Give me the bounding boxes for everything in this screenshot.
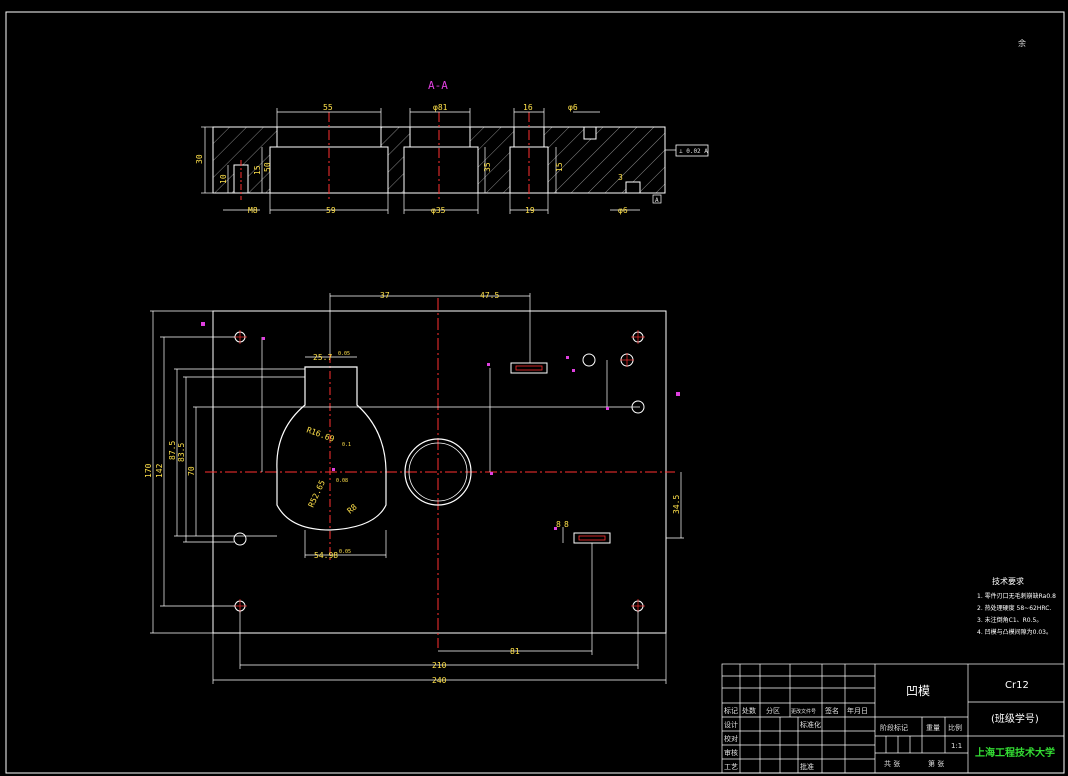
technical-notes: 技术要求 1. 零件刃口无毛刺崩缺Ra0.8 2. 热处理硬度 58~62HRC…: [977, 576, 1056, 636]
section-label: A-A: [428, 79, 448, 92]
dim-r16: R16.69: [305, 425, 335, 443]
material: Cr12: [1005, 680, 1029, 691]
dim-15: 15: [253, 165, 262, 175]
tb-approve: 批准: [800, 762, 814, 771]
section-view: 55 φ81 16 φ6 59 φ35 19 M8 φ6 30 10 15 50…: [195, 103, 709, 215]
dim-16: 16: [523, 103, 533, 112]
part-name: 凹模: [906, 684, 930, 698]
note-3: 3. 未注倒角C1、R0.5。: [977, 616, 1042, 624]
dim-25-7: 25.7: [313, 353, 332, 362]
dim-6b: φ6: [618, 206, 628, 215]
dim-54-98: 54.98: [314, 551, 338, 560]
dim-70: 70: [187, 466, 196, 476]
school-name: 上海工程技术大学: [975, 746, 1055, 759]
dim-m8: M8: [248, 206, 258, 215]
dim-19: 19: [525, 206, 535, 215]
dim-81: φ81: [433, 103, 448, 112]
dim-47-5: 47.5: [480, 291, 499, 300]
dim-8b: 8: [564, 520, 569, 529]
tb-date: 年月日: [847, 706, 868, 715]
dim-34-5: 34.5: [672, 495, 681, 514]
tb-ratio: 比例: [948, 723, 962, 732]
dim-35: φ35: [431, 206, 446, 215]
tb-sheet: 第 张: [928, 759, 944, 768]
dim-35v: 35: [483, 162, 492, 172]
notes-title: 技术要求: [992, 576, 1024, 586]
dim-59: 59: [326, 206, 336, 215]
dim-10: 10: [219, 174, 228, 184]
tb-stage: 阶段标记: [880, 723, 908, 732]
dim-81b: 81: [510, 647, 520, 656]
dim-142: 142: [155, 463, 164, 478]
datum-a: A: [655, 197, 659, 204]
dim-170: 170: [144, 463, 153, 478]
note-1: 1. 零件刃口无毛刺崩缺Ra0.8: [977, 592, 1056, 600]
dim-3: 3: [618, 173, 623, 182]
dim-50: 50: [263, 162, 272, 172]
dim-r52: R52.65: [307, 479, 327, 509]
tb-check: 校对: [724, 734, 738, 743]
dim-25-tol: 0.05: [338, 351, 350, 357]
note-2: 2. 热处理硬度 58~62HRC.: [977, 604, 1051, 612]
tb-mark: 标记: [724, 706, 738, 715]
dim-83-5: 83.5: [177, 443, 186, 462]
dim-54-tol: 0.05: [339, 549, 351, 555]
tb-count: 处数: [742, 706, 756, 715]
drawing-frame: [5, 11, 1065, 774]
dim-r52-tol: 0.08: [336, 478, 348, 484]
note-4: 4. 凹模与凸模间隙为0.03。: [977, 628, 1052, 636]
dim-r8: R8: [346, 502, 359, 515]
tb-review: 审核: [724, 748, 738, 757]
tb-change: 更改文件号: [791, 708, 816, 715]
dim-6: φ6: [568, 103, 578, 112]
corner-mark: 余: [1018, 38, 1026, 48]
tb-design: 设计: [724, 720, 738, 729]
tb-process: 工艺: [724, 763, 738, 771]
dim-210: 210: [432, 661, 447, 670]
flatness-frame: ⊥ 0.02 A: [679, 148, 708, 155]
plan-view: 37 47.5 25.7 0.05 R16.69 0.1 R52.65 0.08…: [144, 291, 684, 685]
dim-240: 240: [432, 676, 447, 685]
tb-sheets: 共 张: [884, 759, 900, 768]
tb-sign: 签名: [825, 706, 839, 715]
cad-drawing: 余 A-A 55 φ81 16 φ6 59 φ35 19 M8 φ6 30 10…: [5, 11, 1065, 774]
tb-weight: 重量: [926, 724, 940, 732]
dim-87-5: 87.5: [168, 441, 177, 460]
dim-r16-tol: 0.1: [342, 442, 351, 448]
tb-std: 标准化: [800, 720, 821, 729]
dim-37: 37: [380, 291, 390, 300]
dim-30: 30: [195, 154, 204, 164]
dim-55: 55: [323, 103, 333, 112]
dim-15v: 15: [555, 162, 564, 172]
scale-value: 1:1: [951, 742, 962, 750]
class-no: (班级学号): [991, 712, 1039, 725]
tb-zone: 分区: [766, 706, 780, 715]
